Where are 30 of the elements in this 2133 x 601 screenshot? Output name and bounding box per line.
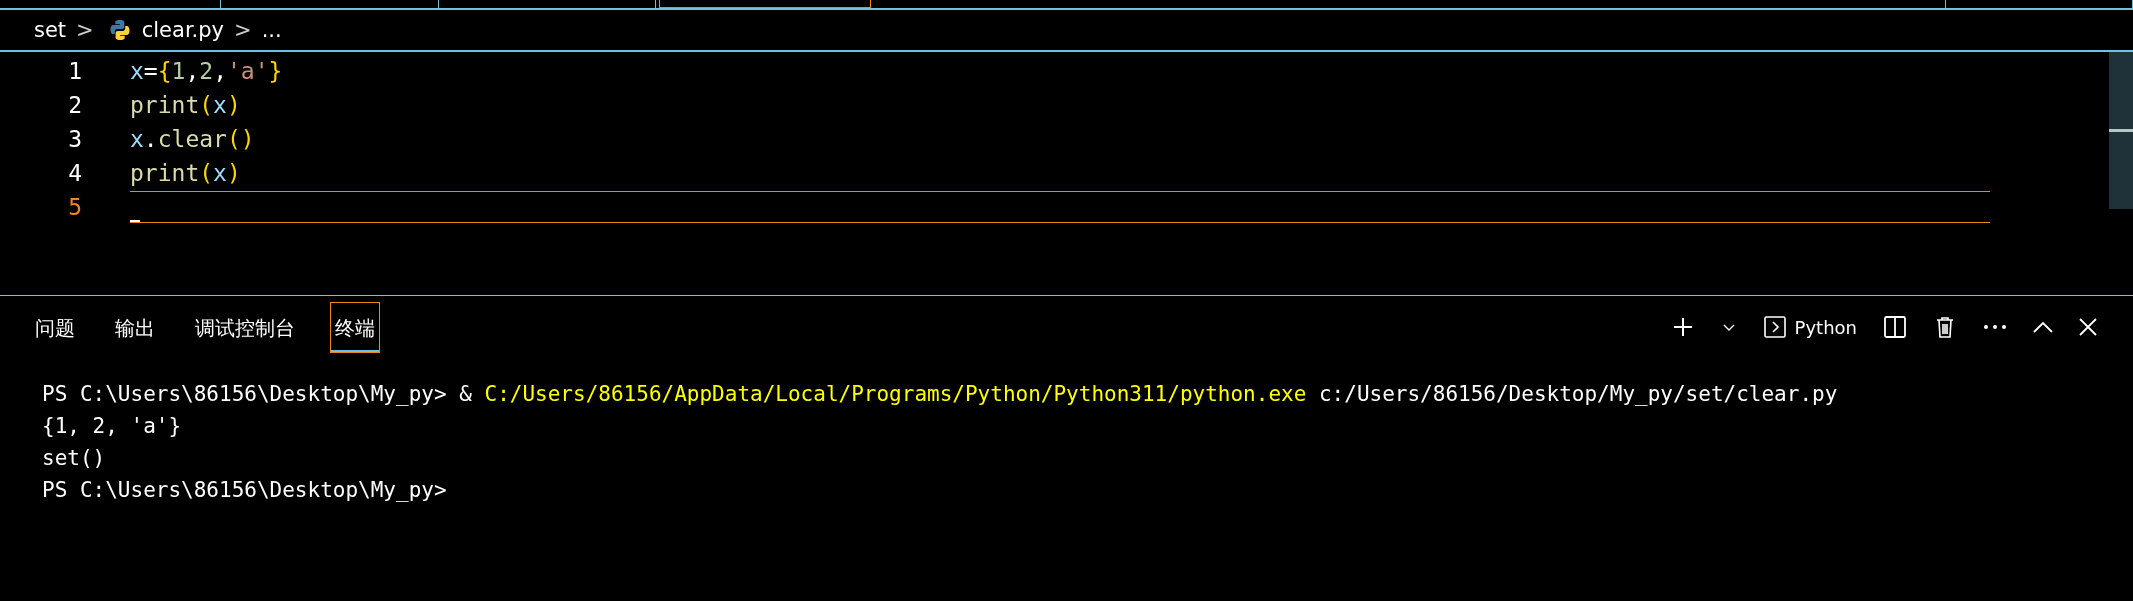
breadcrumb-file[interactable]: clear.py: [141, 18, 225, 42]
code-line: x.clear(): [130, 126, 255, 152]
chevron-up-icon[interactable]: [2033, 321, 2053, 333]
breadcrumb-more[interactable]: ...: [261, 18, 282, 42]
line-number: 2: [67, 92, 83, 118]
breadcrumb-folder[interactable]: set: [34, 18, 67, 42]
split-icon[interactable]: [1883, 315, 1907, 339]
code-line: x={1,2,'a'}: [130, 58, 283, 84]
terminal-line: PS C:\Users\86156\Desktop\My_py> & C:/Users/86156/AppData/Local/Programs/Python/Python311/python.exe c:/Users/86156/Desktop/My_py/set/clear.py: [42, 381, 1839, 408]
close-icon[interactable]: [2079, 318, 2097, 336]
panel-tab[interactable]: 输出: [110, 301, 160, 353]
line-number: 4: [67, 160, 83, 186]
terminal-line: set(): [42, 445, 107, 472]
panel-tab[interactable]: 问题: [30, 301, 80, 353]
breadcrumb-separator: >: [234, 18, 252, 42]
panel-tab[interactable]: 终端: [330, 301, 380, 353]
scrollbar[interactable]: [2109, 52, 2133, 209]
line-number: 1: [67, 58, 83, 84]
terminal-line: PS C:\Users\86156\Desktop\My_py>: [42, 477, 448, 504]
breadcrumb-separator: >: [76, 18, 94, 42]
editor-tab[interactable]: [659, 0, 871, 8]
terminal-profile-label[interactable]: Python: [1794, 316, 1857, 338]
code-line: print(x): [130, 160, 241, 186]
line-number: 3: [67, 126, 83, 152]
terminal-line: {1, 2, 'a'}: [42, 413, 183, 440]
terminal-icon[interactable]: [1762, 315, 1787, 339]
more-icon[interactable]: [1983, 322, 2007, 332]
line-number: 5: [67, 194, 83, 220]
panel-tab[interactable]: 调试控制台: [190, 301, 300, 353]
code-line: print(x): [130, 92, 241, 118]
